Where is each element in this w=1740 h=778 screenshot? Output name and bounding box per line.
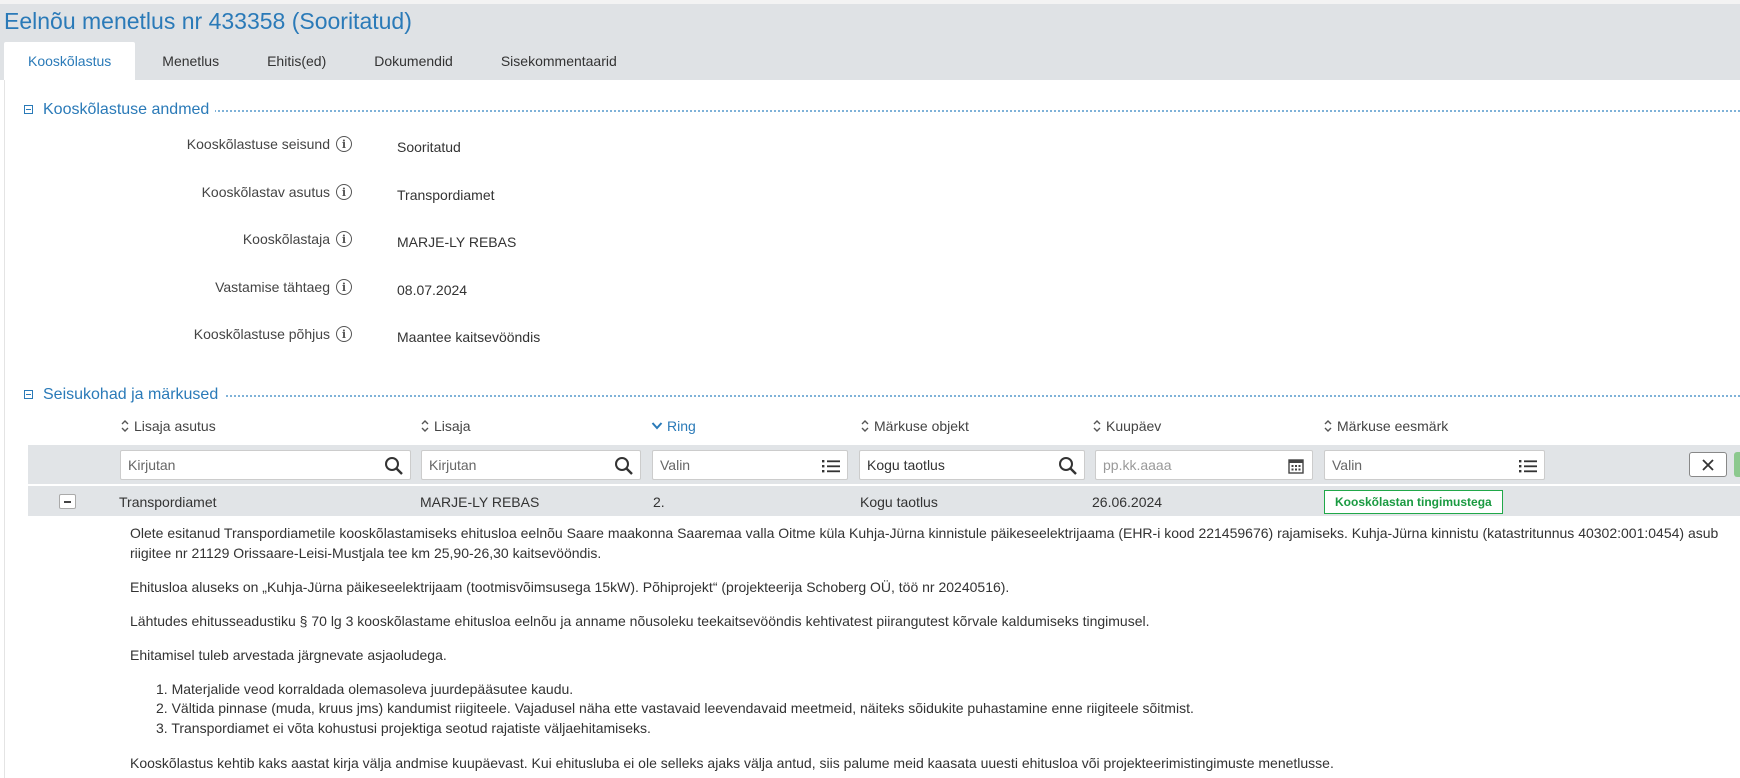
info-icon[interactable]: i	[336, 231, 352, 247]
close-icon	[1702, 458, 1714, 471]
field-value-asutus: Transpordiamet	[397, 187, 495, 203]
apply-filter-button[interactable]	[1734, 452, 1740, 477]
list-icon[interactable]	[821, 456, 841, 476]
field-label-tahtaeg: Vastamise tähtaeg i	[215, 279, 352, 295]
filter-row: Kirjutan Kirjutan Valin Kogu taotlus pp.…	[28, 445, 1740, 484]
cell-lisaja: MARJE-LY REBAS	[420, 494, 540, 510]
info-icon[interactable]: i	[336, 326, 352, 342]
section-divider	[214, 395, 1740, 397]
search-icon[interactable]	[384, 456, 404, 476]
content-left-border	[4, 80, 5, 778]
col-header-markuse-eesmark[interactable]: Märkuse eesmärk	[1323, 418, 1448, 434]
search-icon[interactable]	[1058, 456, 1078, 476]
comment-paragraph: Ehitusloa aluseks on „Kuhja-Jürna päikes…	[130, 579, 1010, 595]
filter-lisaja-asutus-input[interactable]: Kirjutan	[120, 450, 411, 480]
filter-kuupaev-input[interactable]: pp.kk.aaaa	[1095, 450, 1313, 480]
section-divider	[214, 110, 1740, 112]
section-kooskolastuse-andmed: Kooskõlastuse andmed	[24, 101, 1740, 121]
field-label-seisund: Kooskõlastuse seisund i	[187, 136, 352, 152]
sort-icon	[1324, 420, 1332, 432]
table-row[interactable]: Transpordiamet MARJE-LY REBAS 2. Kogu ta…	[28, 486, 1740, 516]
filter-markuse-eesmark-select[interactable]: Valin	[1324, 450, 1545, 480]
col-header-markuse-objekt[interactable]: Märkuse objekt	[860, 418, 969, 434]
field-label-asutus: Kooskõlastav asutus i	[202, 184, 352, 200]
collapse-icon[interactable]	[24, 105, 33, 114]
comment-paragraph: Lähtudes ehitusseadustiku § 70 lg 3 koos…	[130, 613, 1150, 629]
comment-paragraph: Olete esitanud Transpordiametile kooskõl…	[130, 525, 1719, 541]
info-icon[interactable]: i	[336, 184, 352, 200]
page-title: Eelnõu menetlus nr 433358 (Sooritatud)	[4, 8, 412, 34]
cell-ring: 2.	[653, 494, 665, 510]
info-icon[interactable]: i	[336, 279, 352, 295]
sort-icon	[121, 420, 129, 432]
field-value-seisund: Sooritatud	[397, 139, 461, 155]
tab-dokumendid[interactable]: Dokumendid	[350, 42, 477, 80]
section-title: Kooskõlastuse andmed	[43, 101, 216, 119]
sort-descending-icon	[651, 422, 663, 430]
tab-sisekommentaarid[interactable]: Sisekommentaarid	[477, 42, 641, 80]
collapse-row-button[interactable]	[59, 494, 76, 509]
section-seisukohad: Seisukohad ja märkused	[24, 386, 1740, 406]
info-icon[interactable]: i	[336, 136, 352, 152]
filter-ring-select[interactable]: Valin	[652, 450, 848, 480]
list-icon[interactable]	[1518, 456, 1538, 476]
col-header-lisaja[interactable]: Lisaja	[420, 418, 471, 434]
status-badge: Kooskõlastan tingimustega	[1324, 490, 1503, 514]
tab-bar: Kooskõlastus Menetlus Ehitis(ed) Dokumen…	[4, 42, 641, 80]
list-item: 1. Materjalide veod korraldada olemasole…	[156, 681, 574, 697]
sort-icon	[421, 420, 429, 432]
comment-paragraph: Kooskõlastus kehtib kaks aastat kirja vä…	[130, 755, 1334, 771]
col-header-lisaja-asutus[interactable]: Lisaja asutus	[120, 418, 216, 434]
comment-paragraph: riigitee nr 21129 Orissaare-Leisi-Mustja…	[130, 545, 602, 561]
col-header-kuupaev[interactable]: Kuupäev	[1092, 418, 1161, 434]
tab-menetlus[interactable]: Menetlus	[138, 42, 243, 80]
sort-icon	[1093, 420, 1101, 432]
list-item: 2. Vältida pinnase (muda, kruus jms) kan…	[156, 700, 1194, 716]
calendar-icon[interactable]	[1286, 456, 1306, 476]
tab-kooskolastus[interactable]: Kooskõlastus	[4, 42, 136, 80]
clear-filters-button[interactable]	[1689, 452, 1727, 477]
sort-icon	[861, 420, 869, 432]
field-label-pohjus: Kooskõlastuse põhjus i	[194, 326, 352, 342]
cell-asutus: Transpordiamet	[119, 494, 217, 510]
cell-kuupaev: 26.06.2024	[1092, 494, 1163, 510]
col-header-ring[interactable]: Ring	[651, 418, 696, 434]
list-item: 3. Transpordiamet ei võta kohustusi proj…	[156, 720, 651, 736]
filter-lisaja-input[interactable]: Kirjutan	[421, 450, 641, 480]
section-title: Seisukohad ja märkused	[43, 386, 225, 404]
search-icon[interactable]	[614, 456, 634, 476]
field-label-kooskolastaja: Kooskõlastaja i	[243, 231, 352, 247]
field-value-tahtaeg: 08.07.2024	[397, 282, 468, 298]
comment-paragraph: Ehitamisel tuleb arvestada järgnevate as…	[130, 647, 447, 663]
collapse-icon[interactable]	[24, 390, 33, 399]
field-value-kooskolastaja: MARJE-LY REBAS	[397, 234, 517, 250]
field-value-pohjus: Maantee kaitsevööndis	[397, 329, 541, 345]
tab-ehitised[interactable]: Ehitis(ed)	[243, 42, 350, 80]
filter-markuse-objekt-input[interactable]: Kogu taotlus	[859, 450, 1085, 480]
cell-objekt: Kogu taotlus	[860, 494, 938, 510]
